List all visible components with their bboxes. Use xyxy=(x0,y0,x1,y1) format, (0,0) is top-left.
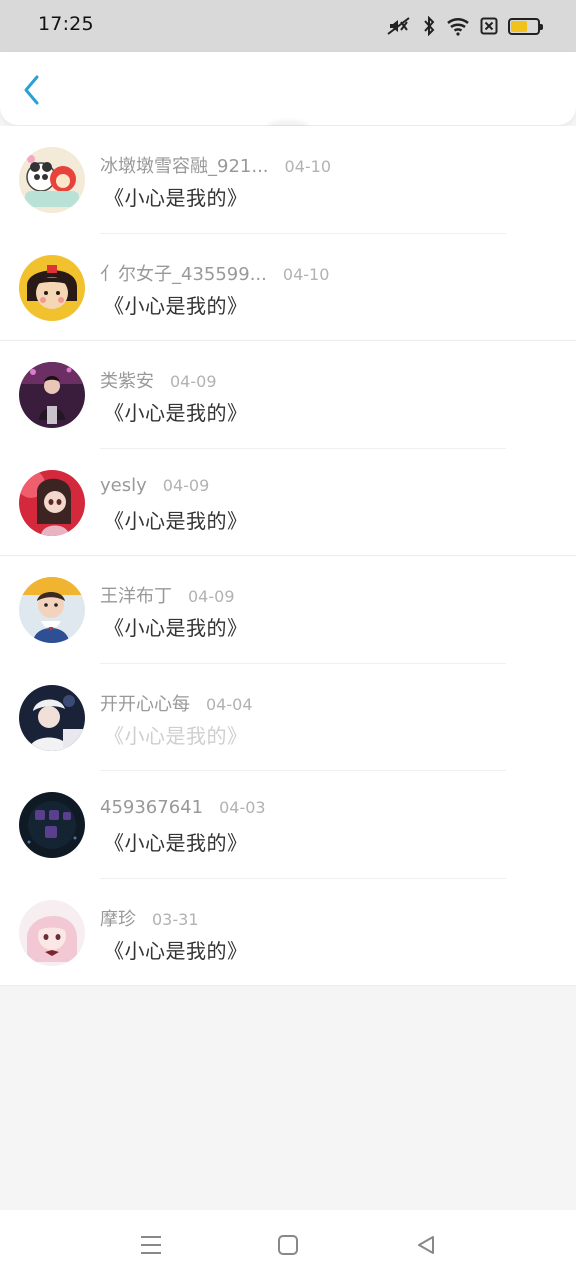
list-item[interactable]: 类紫安 04-09 《小心是我的》 xyxy=(0,341,576,449)
item-date: 04-09 xyxy=(162,475,210,495)
message-list: 冰墩墩雪容融_921... 04-10 《小心是我的》 亻尔女子_435599.… xyxy=(0,126,576,986)
item-date: 04-09 xyxy=(188,587,235,606)
bluetooth-icon xyxy=(422,16,436,36)
item-name[interactable]: 开开心心每 xyxy=(100,690,190,716)
item-meta: 开开心心每 04-04 xyxy=(100,690,253,716)
item-name[interactable]: 亻尔女子_435599... xyxy=(100,260,267,286)
battery-icon xyxy=(508,17,543,35)
item-date: 04-03 xyxy=(219,798,266,817)
item-date: 04-10 xyxy=(284,157,332,176)
item-message[interactable]: 《小心是我的》 xyxy=(104,612,248,641)
status-bar: 17:25 xyxy=(0,0,576,52)
item-name[interactable]: 摩珍 xyxy=(100,905,136,931)
list-item[interactable]: 冰墩墩雪容融_921... 04-10 《小心是我的》 xyxy=(0,126,576,234)
app-header xyxy=(0,52,576,125)
item-message[interactable]: 《小心是我的》 xyxy=(104,720,248,749)
item-meta: 冰墩墩雪容融_921... 04-10 xyxy=(100,152,331,178)
item-date: 04-09 xyxy=(170,372,217,391)
list-item[interactable]: 王洋布丁 04-09 《小心是我的》 xyxy=(0,556,576,664)
back-triangle-icon xyxy=(418,1236,434,1254)
status-time: 17:25 xyxy=(38,13,94,35)
item-meta: 亻尔女子_435599... 04-10 xyxy=(100,260,329,286)
avatar[interactable] xyxy=(19,362,85,428)
item-meta: 459367641 04-03 xyxy=(100,797,266,818)
item-name[interactable]: 类紫安 xyxy=(100,367,154,393)
sim-off-icon xyxy=(480,17,498,35)
avatar[interactable] xyxy=(19,792,85,858)
item-message[interactable]: 《小心是我的》 xyxy=(104,935,248,964)
wifi-icon xyxy=(446,16,470,36)
item-meta: 王洋布丁 04-09 xyxy=(100,582,235,608)
avatar[interactable] xyxy=(19,899,85,966)
item-message[interactable]: 《小心是我的》 xyxy=(104,290,248,319)
list-item[interactable]: 亻尔女子_435599... 04-10 《小心是我的》 xyxy=(0,234,576,341)
home-icon xyxy=(278,1235,298,1255)
chevron-left-icon xyxy=(24,75,39,105)
status-icons xyxy=(386,14,543,38)
back-button[interactable] xyxy=(14,70,50,110)
mute-icon xyxy=(386,16,412,36)
back-nav-button[interactable] xyxy=(411,1230,441,1260)
item-date: 04-10 xyxy=(282,264,330,284)
system-nav-bar xyxy=(0,1210,576,1280)
divider xyxy=(0,985,576,986)
list-item[interactable]: 摩珍 03-31 《小心是我的》 xyxy=(0,879,576,986)
avatar[interactable] xyxy=(19,469,85,536)
item-date: 03-31 xyxy=(152,909,199,929)
item-message[interactable]: 《小心是我的》 xyxy=(104,182,248,211)
item-name[interactable]: yesly xyxy=(100,475,147,496)
item-name[interactable]: 王洋布丁 xyxy=(100,582,172,608)
home-button[interactable] xyxy=(273,1230,303,1260)
menu-button[interactable] xyxy=(136,1230,166,1260)
item-meta: 类紫安 04-09 xyxy=(100,367,217,393)
list-item[interactable]: 459367641 04-03 《小心是我的》 xyxy=(0,771,576,879)
item-name[interactable]: 459367641 xyxy=(100,797,203,818)
item-message[interactable]: 《小心是我的》 xyxy=(104,505,248,534)
item-meta: 摩珍 03-31 xyxy=(100,905,199,931)
list-item[interactable]: 开开心心每 04-04 《小心是我的》 xyxy=(0,664,576,771)
avatar[interactable] xyxy=(19,254,85,321)
item-message[interactable]: 《小心是我的》 xyxy=(104,827,248,856)
battery-level xyxy=(511,20,527,32)
item-date: 04-04 xyxy=(206,694,253,714)
avatar[interactable] xyxy=(19,147,85,213)
item-meta: yesly 04-09 xyxy=(100,475,209,496)
avatar[interactable] xyxy=(19,577,85,643)
item-name[interactable]: 冰墩墩雪容融_921... xyxy=(100,152,269,178)
avatar[interactable] xyxy=(19,684,85,751)
list-item[interactable]: yesly 04-09 《小心是我的》 xyxy=(0,449,576,556)
item-message[interactable]: 《小心是我的》 xyxy=(104,397,248,426)
menu-icon xyxy=(141,1236,161,1254)
